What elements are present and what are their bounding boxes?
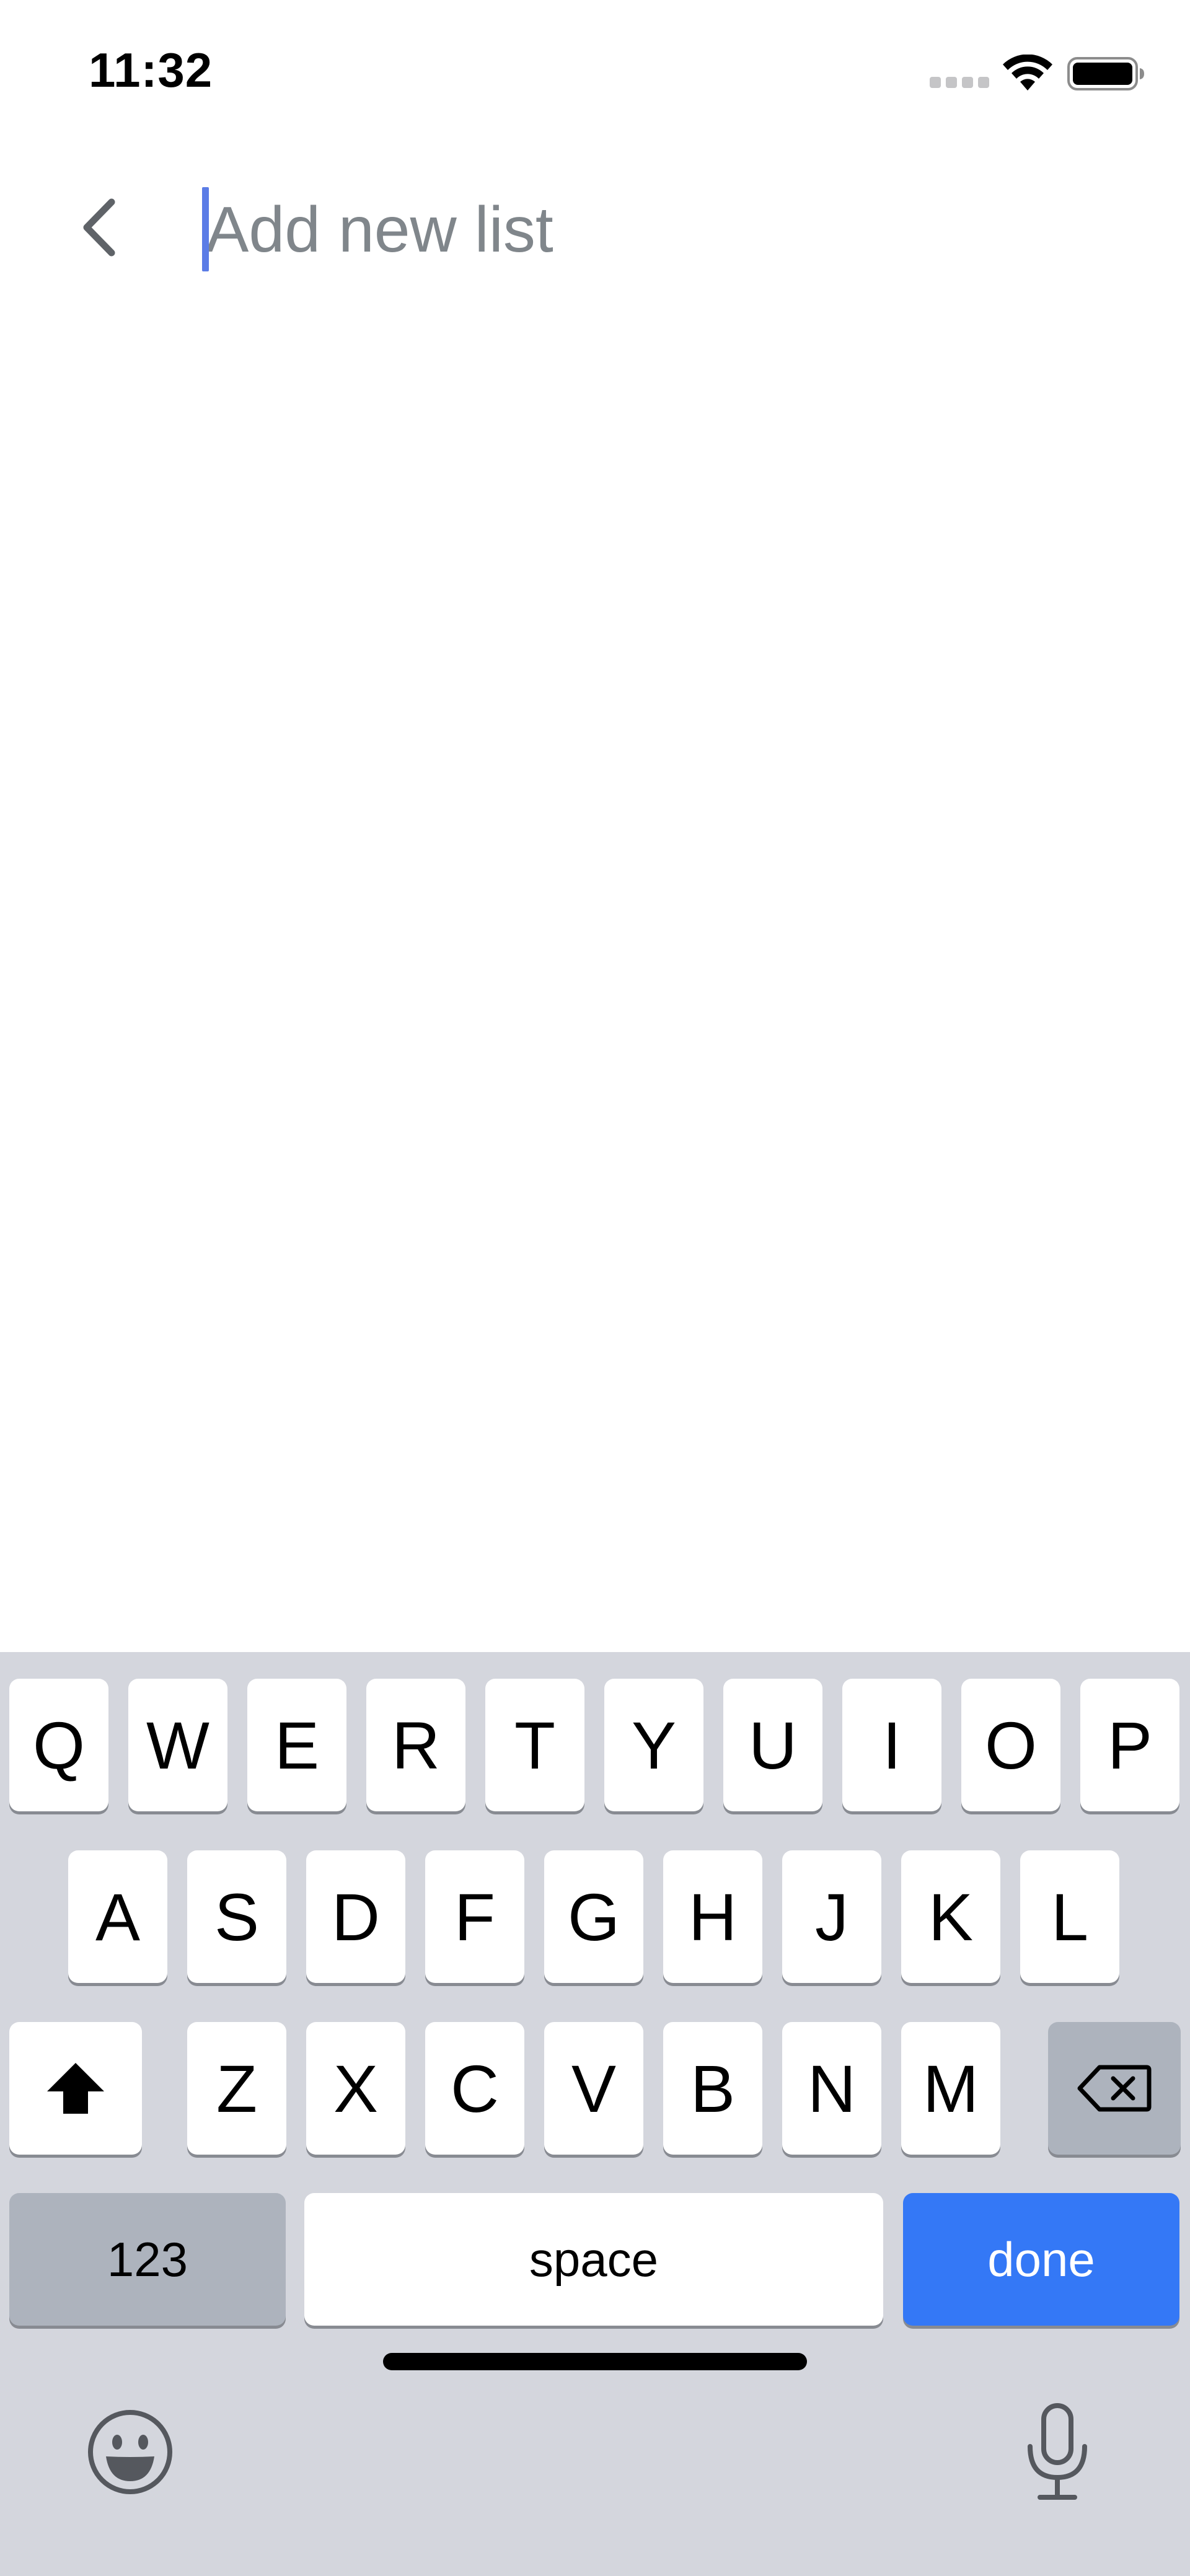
delete-key[interactable]	[1048, 2022, 1181, 2155]
key-z[interactable]: Z	[187, 2022, 286, 2155]
key-b[interactable]: B	[663, 2022, 762, 2155]
key-h[interactable]: H	[663, 1850, 762, 1983]
key-i[interactable]: I	[842, 1679, 941, 1811]
done-key[interactable]: done	[903, 2193, 1179, 2326]
key-c[interactable]: C	[425, 2022, 524, 2155]
key-o[interactable]: O	[961, 1679, 1060, 1811]
key-l[interactable]: L	[1020, 1850, 1119, 1983]
status-bar: 11:32	[0, 0, 1190, 143]
key-g[interactable]: G	[544, 1850, 643, 1983]
onscreen-keyboard: Q W E R T Y U I O P A S D F G H J K L Z …	[0, 1652, 1190, 2576]
key-a[interactable]: A	[68, 1850, 167, 1983]
text-caret	[202, 187, 209, 271]
key-w[interactable]: W	[128, 1679, 227, 1811]
status-time: 11:32	[89, 43, 213, 97]
emoji-icon[interactable]	[86, 2408, 174, 2496]
add-list-screen: 11:32 Q W E R T Y U I O P	[0, 0, 1190, 2576]
space-key[interactable]: space	[304, 2193, 883, 2326]
wifi-icon	[1003, 55, 1052, 90]
backspace-icon	[1077, 2065, 1152, 2112]
battery-icon	[1067, 57, 1144, 90]
key-r[interactable]: R	[366, 1679, 465, 1811]
list-title-input[interactable]	[200, 183, 1135, 276]
key-f[interactable]: F	[425, 1850, 524, 1983]
key-q[interactable]: Q	[9, 1679, 108, 1811]
key-u[interactable]: U	[723, 1679, 822, 1811]
key-k[interactable]: K	[901, 1850, 1000, 1983]
chevron-left-icon[interactable]	[73, 193, 129, 262]
key-v[interactable]: V	[544, 2022, 643, 2155]
key-n[interactable]: N	[782, 2022, 881, 2155]
home-indicator[interactable]	[383, 2353, 807, 2370]
shift-key[interactable]	[9, 2022, 142, 2155]
key-x[interactable]: X	[306, 2022, 405, 2155]
key-j[interactable]: J	[782, 1850, 881, 1983]
key-t[interactable]: T	[485, 1679, 584, 1811]
list-title-field[interactable]	[200, 183, 1135, 276]
microphone-icon[interactable]	[1025, 2402, 1090, 2502]
key-y[interactable]: Y	[604, 1679, 703, 1811]
key-m[interactable]: M	[901, 2022, 1000, 2155]
key-p[interactable]: P	[1080, 1679, 1179, 1811]
key-e[interactable]: E	[247, 1679, 346, 1811]
key-s[interactable]: S	[187, 1850, 286, 1983]
shift-arrow-icon	[47, 2063, 104, 2114]
cellular-signal-icon	[930, 77, 989, 88]
key-d[interactable]: D	[306, 1850, 405, 1983]
numbers-key[interactable]: 123	[9, 2193, 286, 2326]
